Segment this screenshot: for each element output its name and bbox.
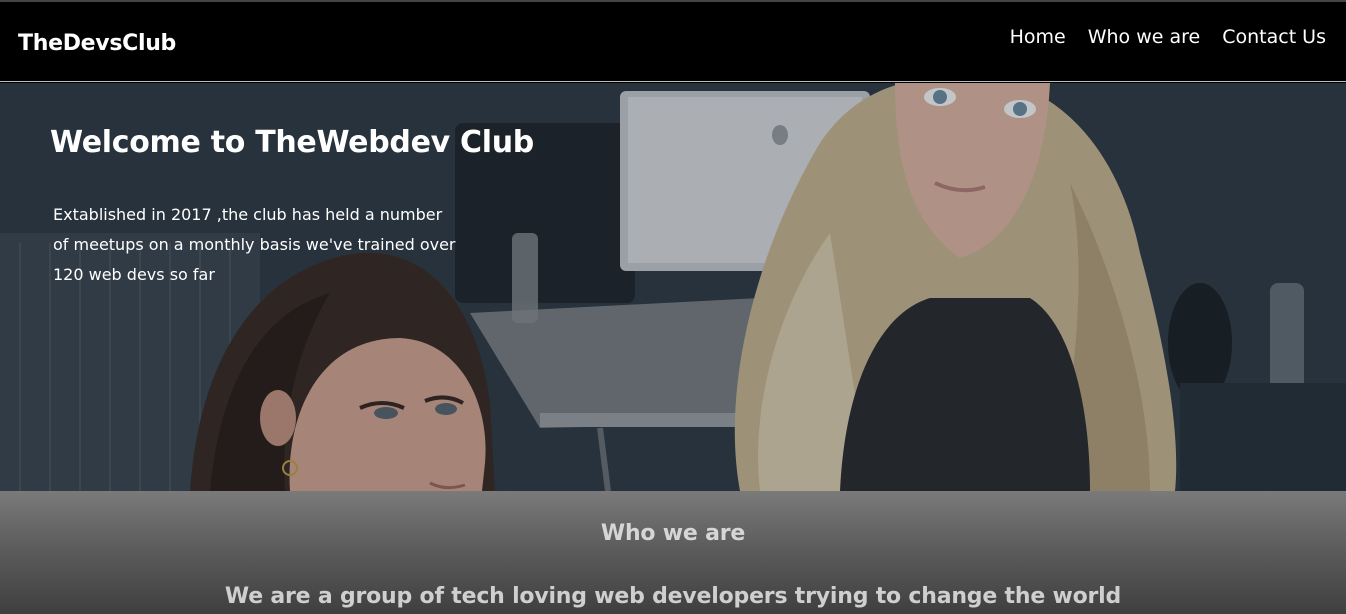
hero-section: Welcome to TheWebdev Club Extablished in… <box>0 83 1346 491</box>
hero-text-line: 120 web devs so far <box>53 265 215 284</box>
section-heading: Who we are <box>600 521 746 546</box>
section-text: We are a group of tech loving web develo… <box>224 584 1122 609</box>
hero-title: Welcome to TheWebdev Club <box>50 125 534 160</box>
nav-link-contact-us[interactable]: Contact Us <box>1222 26 1326 48</box>
navbar: TheDevsClub Home Who we are Contact Us <box>0 2 1346 82</box>
nav-link-home[interactable]: Home <box>1010 26 1066 48</box>
hero-text-line: Extablished in 2017 ,the club has held a… <box>53 205 443 224</box>
hero-text-line: of meetups on a monthly basis we've trai… <box>53 235 456 254</box>
nav-link-who-we-are[interactable]: Who we are <box>1088 26 1201 48</box>
who-we-are-section: Who we are We are a group of tech loving… <box>0 491 1346 614</box>
nav-links: Home Who we are Contact Us <box>1010 26 1326 48</box>
brand-logo[interactable]: TheDevsClub <box>18 31 176 56</box>
hero-description: Extablished in 2017 ,the club has held a… <box>53 200 483 290</box>
